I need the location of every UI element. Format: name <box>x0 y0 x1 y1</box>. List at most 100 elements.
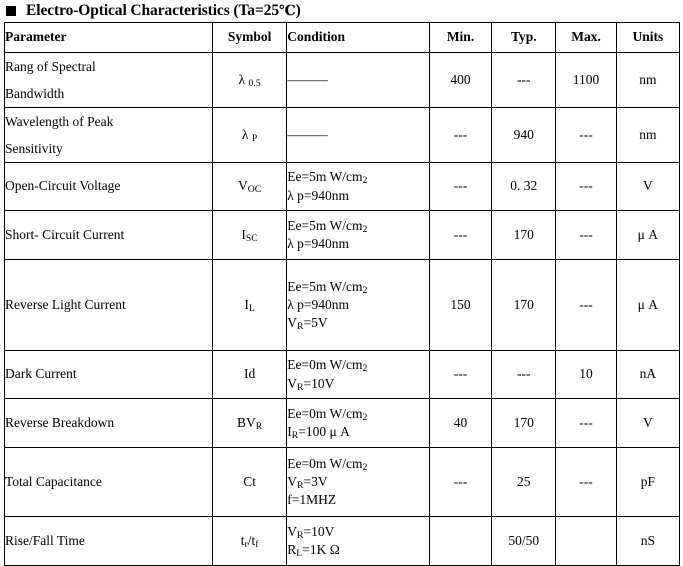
cell-min: 150 <box>428 259 493 351</box>
cell-typ: 25 <box>491 447 557 517</box>
cell-symbol: Ct <box>211 447 288 517</box>
parameter-line: Dark Current <box>5 366 77 382</box>
cell-units: V <box>615 398 681 448</box>
cell-min: --- <box>428 447 493 517</box>
cell-symbol: ISC <box>211 210 288 260</box>
cell-symbol: Id <box>211 350 288 399</box>
parameter-line: Reverse Light Current <box>5 296 126 312</box>
cell-min: 400 <box>428 52 493 108</box>
cell-parameter: Rise/Fall Time <box>4 516 213 566</box>
temperature-unit: ℃ <box>278 4 296 19</box>
condition-line: Ee=5m W/cm2 <box>287 278 368 296</box>
cell-typ: 170 <box>491 398 557 448</box>
cell-condition: Ee=5m W/cm2 λ p=940nm <box>286 210 430 260</box>
column-header-min: Min. <box>428 22 493 53</box>
cell-min <box>428 516 493 566</box>
cell-typ: 50/50 <box>491 516 557 566</box>
column-header-symbol: Symbol <box>211 22 288 53</box>
table-header-row: Parameter Symbol Condition Min. Typ. Max… <box>4 22 681 53</box>
cell-typ: --- <box>491 350 557 399</box>
condition-line: ——— <box>287 71 328 87</box>
cell-parameter: Short- Circuit Current <box>4 210 213 260</box>
table-row: Rise/Fall Time tr/tf VR=10V RL=1K Ω 50/50 nS <box>4 516 681 566</box>
cell-symbol: λ P <box>211 107 288 163</box>
column-header-units: Units <box>615 22 681 53</box>
cell-parameter: Total Capacitance <box>4 447 213 517</box>
electro-optical-characteristics-table: Parameter Symbol Condition Min. Typ. Max… <box>4 22 681 566</box>
condition-line: Ee=5m W/cm2 <box>287 169 368 187</box>
cell-condition: Ee=0m W/cm2 VR=3V f=1MHZ <box>286 447 430 517</box>
cell-parameter: Wavelength of Peak Sensitivity <box>4 107 213 163</box>
parameter-line: Rang of Spectral <box>5 59 96 74</box>
cell-parameter: Reverse Breakdown <box>4 398 213 448</box>
cell-symbol: VOC <box>211 162 288 211</box>
condition-line: λ p=940nm <box>287 187 350 203</box>
table-row: Reverse Breakdown BVR Ee=0m W/cm2 IR=100 μ … <box>4 398 681 448</box>
condition-line: Ee=5m W/cm2 <box>287 217 368 235</box>
condition-line: VR=5V <box>287 315 328 333</box>
cell-units: V <box>615 162 681 211</box>
cell-parameter: Dark Current <box>4 350 213 399</box>
cell-typ: 170 <box>491 259 557 351</box>
black-square-bullet-icon <box>6 6 16 16</box>
cell-max: 10 <box>555 350 617 399</box>
cell-min: --- <box>428 210 493 260</box>
cell-parameter: Reverse Light Current <box>4 259 213 351</box>
cell-max: --- <box>555 447 617 517</box>
cell-symbol: λ 0.5 <box>211 52 288 108</box>
table-row: Rang of Spectral Bandwidth λ 0.5 ——— 400 --- 1… <box>4 52 681 108</box>
cell-units: nm <box>615 52 681 108</box>
cell-typ: 170 <box>491 210 557 260</box>
table-header: Parameter Symbol Condition Min. Typ. Max… <box>4 22 681 53</box>
parameter-line: Sensitivity <box>5 141 63 156</box>
section-title: Electro-Optical Characteristics (Ta=25℃) <box>0 0 683 22</box>
cell-min: --- <box>428 350 493 399</box>
condition-line: VR=10V <box>287 375 335 393</box>
cell-min: --- <box>428 107 493 163</box>
cell-max <box>555 516 617 566</box>
parameter-line: Reverse Breakdown <box>5 414 115 430</box>
cell-parameter: Rang of Spectral Bandwidth <box>4 52 213 108</box>
cell-max: --- <box>555 210 617 260</box>
column-header-condition: Condition <box>286 22 430 53</box>
table-row: Open-Circuit Voltage VOC Ee=5m W/cm2 λ p=94… <box>4 162 681 211</box>
table-row: Wavelength of Peak Sensitivity λ P ——— --- 94… <box>4 107 681 163</box>
cell-condition: ——— <box>286 107 430 163</box>
cell-parameter: Open-Circuit Voltage <box>4 162 213 211</box>
cell-min: --- <box>428 162 493 211</box>
condition-line: f=1MHZ <box>287 492 337 508</box>
cell-max: --- <box>555 162 617 211</box>
title-close-paren: ) <box>295 2 301 19</box>
condition-line: VR=10V <box>287 523 335 541</box>
datasheet-page: Electro-Optical Characteristics (Ta=25℃)… <box>0 0 683 566</box>
column-header-max: Max. <box>555 22 617 53</box>
table-body: Rang of Spectral Bandwidth λ 0.5 ——— 400 --- 1… <box>4 52 681 566</box>
condition-line: IR=100 μ A <box>287 424 350 442</box>
parameter-line: Bandwidth <box>5 86 65 101</box>
condition-line: RL=1K Ω <box>287 542 340 560</box>
cell-typ: --- <box>491 52 557 108</box>
parameter-line: Rise/Fall Time <box>5 532 85 548</box>
section-title-main: Electro-Optical Characteristics (Ta=25 <box>26 2 279 19</box>
condition-line: λ p=940nm <box>287 236 350 251</box>
table-row: Reverse Light Current IL Ee=5m W/cm2 λ p=94… <box>4 259 681 351</box>
cell-typ: 0. 32 <box>491 162 557 211</box>
cell-condition: Ee=5m W/cm2 λ p=940nm VR=5V <box>286 259 430 351</box>
condition-line: Ee=0m W/cm2 <box>287 405 368 423</box>
cell-units: μ A <box>615 259 681 351</box>
cell-condition: VR=10V RL=1K Ω <box>286 516 430 566</box>
condition-line: Ee=0m W/cm2 <box>287 455 368 473</box>
cell-max: --- <box>555 259 617 351</box>
parameter-line: Total Capacitance <box>5 473 102 489</box>
condition-line: VR=3V <box>287 473 328 492</box>
cell-min: 40 <box>428 398 493 448</box>
cell-units: nA <box>615 350 681 399</box>
section-title-text: Electro-Optical Characteristics (Ta=25℃) <box>26 3 301 19</box>
parameter-line: Short- Circuit Current <box>5 226 125 242</box>
parameter-line: Open-Circuit Voltage <box>5 178 121 194</box>
condition-line: λ p=940nm <box>287 296 350 312</box>
cell-units: nS <box>615 516 681 566</box>
cell-condition: Ee=5m W/cm2 λ p=940nm <box>286 162 430 211</box>
cell-max: --- <box>555 398 617 448</box>
cell-condition: Ee=0m W/cm2 VR=10V <box>286 350 430 399</box>
